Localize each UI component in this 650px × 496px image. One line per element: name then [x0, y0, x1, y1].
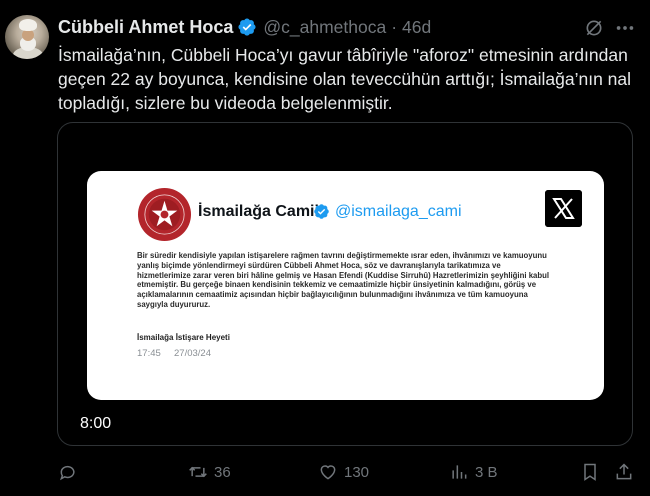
statement-card: İsmailağa Camii @ismailaga_cami Bir süre…	[87, 171, 604, 400]
card-account-name: İsmailağa Camii	[198, 203, 319, 220]
grok-icon[interactable]	[584, 18, 604, 38]
card-verified-badge-icon	[314, 204, 329, 219]
repost-button[interactable]: 36	[188, 462, 231, 482]
author-name[interactable]: Cübbeli Ahmet Hoca	[58, 17, 233, 38]
repost-count: 36	[214, 463, 231, 481]
statement-time: 17:45	[137, 348, 161, 359]
post-age[interactable]: 46d	[402, 17, 431, 38]
post-actions: 36 130 3 B	[0, 462, 650, 484]
view-count: 3 B	[475, 463, 498, 481]
heart-icon	[320, 465, 336, 480]
reply-icon	[60, 465, 75, 481]
like-button[interactable]: 130	[318, 462, 369, 482]
author-handle[interactable]: @c_ahmethoca	[263, 17, 386, 38]
ismailaga-logo-icon	[137, 187, 192, 242]
bookmark-icon	[584, 463, 596, 481]
video-duration: 8:00	[80, 415, 112, 432]
like-count: 130	[344, 463, 370, 481]
post-header: Cübbeli Ahmet Hoca @c_ahmethoca · 46d	[58, 16, 431, 38]
views-button[interactable]: 3 B	[449, 462, 498, 482]
x-logo-icon	[545, 190, 582, 227]
views-icon	[452, 465, 467, 479]
share-button[interactable]	[614, 462, 634, 482]
statement-date: 27/03/24	[174, 348, 211, 359]
statement-signature: İsmailağa İstişare Heyeti	[137, 333, 230, 342]
statement-text: Bir süredir kendisiyle yapılan istişarel…	[137, 251, 550, 309]
author-avatar[interactable]	[5, 15, 49, 59]
card-account-handle: @ismailaga_cami	[335, 203, 462, 220]
separator-dot: ·	[391, 16, 398, 37]
bookmark-button[interactable]	[580, 462, 600, 482]
video-player[interactable]: İsmailağa Camii @ismailaga_cami Bir süre…	[57, 122, 633, 446]
more-options-icon[interactable]	[614, 18, 636, 38]
verified-badge-icon	[238, 18, 256, 36]
repost-icon	[189, 466, 207, 478]
reply-button[interactable]	[58, 462, 78, 482]
post-text: İsmailağa’nın, Cübbeli Hoca’yı gavur tâb…	[58, 45, 632, 113]
share-icon	[616, 463, 632, 480]
